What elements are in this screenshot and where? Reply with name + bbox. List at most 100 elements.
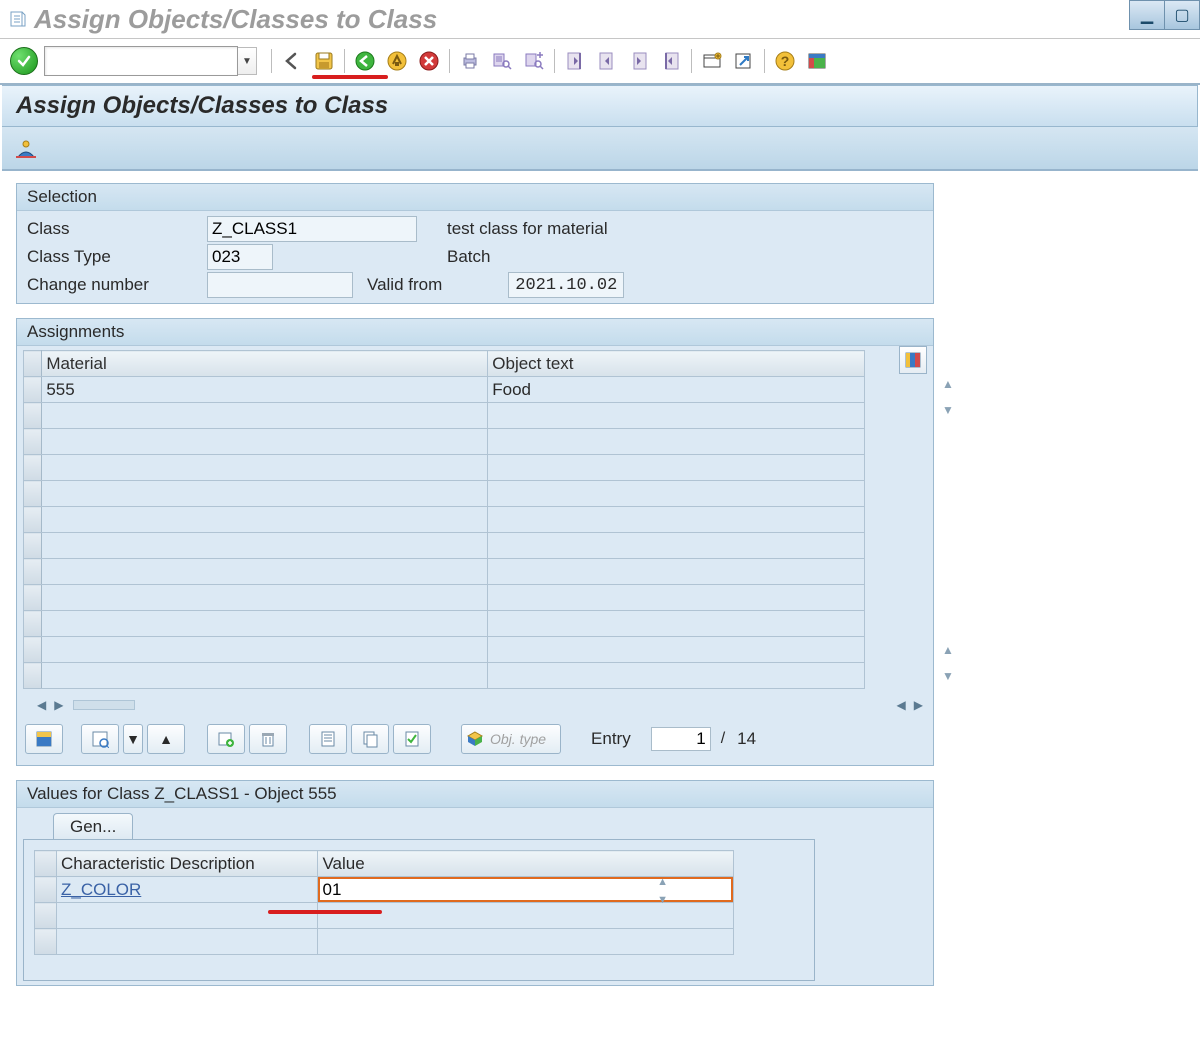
cell-material[interactable] — [42, 559, 488, 585]
cell-material[interactable] — [42, 403, 488, 429]
print-icon[interactable] — [455, 46, 485, 76]
cell-objtext[interactable] — [488, 481, 865, 507]
enter-button[interactable] — [10, 47, 38, 75]
cell-material[interactable] — [42, 663, 488, 689]
tab-general[interactable]: Gen... — [53, 813, 133, 840]
cell-objtext[interactable] — [488, 611, 865, 637]
row-selector[interactable] — [24, 455, 42, 481]
cancel-icon[interactable] — [414, 46, 444, 76]
table-row[interactable] — [24, 533, 865, 559]
row-selector[interactable] — [24, 481, 42, 507]
select-all-cell[interactable] — [24, 351, 42, 377]
save-icon[interactable] — [309, 46, 339, 76]
table-row[interactable] — [24, 455, 865, 481]
row-selector[interactable] — [24, 663, 42, 689]
characteristic-value-input[interactable] — [318, 877, 733, 902]
new-session-icon[interactable] — [697, 46, 727, 76]
window-minimize-button[interactable]: ▁ — [1129, 0, 1165, 30]
cell-material[interactable] — [42, 585, 488, 611]
scroll-up-icon[interactable]: ▲ — [942, 374, 954, 394]
table-row[interactable] — [24, 429, 865, 455]
char-table-scrollbar[interactable]: ▲ ▼ — [657, 876, 668, 906]
scroll-right-icon[interactable]: ▶ — [910, 698, 927, 712]
table-row[interactable] — [24, 663, 865, 689]
check-button[interactable] — [393, 724, 431, 754]
row-selector[interactable] — [24, 611, 42, 637]
layout-icon[interactable] — [802, 46, 832, 76]
cell-objtext[interactable] — [488, 403, 865, 429]
table-settings-icon[interactable] — [899, 346, 927, 374]
cell-material[interactable]: 555 — [42, 377, 488, 403]
scroll-left-icon[interactable]: ◀ — [33, 698, 50, 712]
table-vertical-scrollbar[interactable]: ▲ ▼ ▲ ▼ — [937, 374, 959, 686]
cell-objtext[interactable] — [488, 455, 865, 481]
row-selector[interactable] — [24, 637, 42, 663]
hscroll-track[interactable] — [73, 700, 135, 710]
cell-objtext[interactable] — [488, 585, 865, 611]
scroll-right-icon[interactable]: ▶ — [50, 698, 67, 712]
filter-dropdown-button[interactable]: ▼ — [123, 724, 143, 754]
assign-user-icon[interactable] — [12, 135, 40, 163]
cell-objtext[interactable] — [488, 637, 865, 663]
sort-asc-button[interactable]: ▲ — [147, 724, 185, 754]
scroll-down-icon[interactable]: ▼ — [942, 666, 954, 686]
table-row[interactable] — [35, 929, 734, 955]
table-row[interactable] — [24, 559, 865, 585]
select-all-cell[interactable] — [35, 851, 57, 877]
table-row[interactable] — [24, 637, 865, 663]
delete-row-button[interactable] — [249, 724, 287, 754]
command-field[interactable] — [44, 46, 238, 76]
col-header-characteristic-description[interactable]: Characteristic Description — [56, 851, 318, 877]
shortcut-icon[interactable] — [729, 46, 759, 76]
row-selector[interactable] — [24, 507, 42, 533]
table-row[interactable] — [24, 611, 865, 637]
cell-material[interactable] — [42, 429, 488, 455]
row-selector[interactable] — [24, 403, 42, 429]
cell-material[interactable] — [42, 533, 488, 559]
class-type-input[interactable] — [207, 244, 273, 270]
table-row[interactable]: 555Food — [24, 377, 865, 403]
row-selector[interactable] — [24, 377, 42, 403]
command-history-dropdown[interactable]: ▼ — [238, 47, 257, 75]
scroll-up-icon[interactable]: ▲ — [657, 876, 668, 888]
table-row[interactable] — [24, 403, 865, 429]
row-selector[interactable] — [24, 429, 42, 455]
cell-objtext[interactable] — [488, 429, 865, 455]
find-next-icon[interactable] — [519, 46, 549, 76]
back-green-icon[interactable] — [350, 46, 380, 76]
cell-objtext[interactable] — [488, 559, 865, 585]
cell-objtext[interactable] — [488, 507, 865, 533]
exit-yellow-icon[interactable] — [382, 46, 412, 76]
row-selector[interactable] — [24, 585, 42, 611]
class-input[interactable] — [207, 216, 417, 242]
obj-type-button[interactable]: Obj. type — [461, 724, 561, 754]
select-all-button[interactable] — [25, 724, 63, 754]
cell-characteristic-description[interactable] — [56, 903, 318, 929]
row-selector[interactable] — [35, 929, 57, 955]
window-maximize-button[interactable]: ▢ — [1164, 0, 1200, 30]
col-header-material[interactable]: Material — [42, 351, 488, 377]
col-header-value[interactable]: Value — [318, 851, 734, 877]
col-header-objecttext[interactable]: Object text — [488, 351, 865, 377]
prev-page-icon[interactable] — [592, 46, 622, 76]
row-selector[interactable] — [35, 877, 57, 903]
cell-material[interactable] — [42, 481, 488, 507]
insert-row-button[interactable] — [207, 724, 245, 754]
table-row[interactable] — [24, 507, 865, 533]
copy-button[interactable] — [351, 724, 389, 754]
row-selector[interactable] — [24, 533, 42, 559]
find-icon[interactable] — [487, 46, 517, 76]
scroll-up-icon[interactable]: ▲ — [942, 640, 954, 660]
cell-objtext[interactable]: Food — [488, 377, 865, 403]
row-selector[interactable] — [24, 559, 42, 585]
table-row[interactable]: Z_COLOR — [35, 877, 734, 903]
last-page-icon[interactable] — [656, 46, 686, 76]
back-icon[interactable] — [277, 46, 307, 76]
cell-characteristic-description[interactable]: Z_COLOR — [56, 877, 318, 903]
cell-objtext[interactable] — [488, 533, 865, 559]
table-row[interactable] — [24, 481, 865, 507]
help-icon[interactable]: ? — [770, 46, 800, 76]
first-page-icon[interactable] — [560, 46, 590, 76]
scroll-down-icon[interactable]: ▼ — [657, 894, 668, 906]
row-selector[interactable] — [35, 903, 57, 929]
